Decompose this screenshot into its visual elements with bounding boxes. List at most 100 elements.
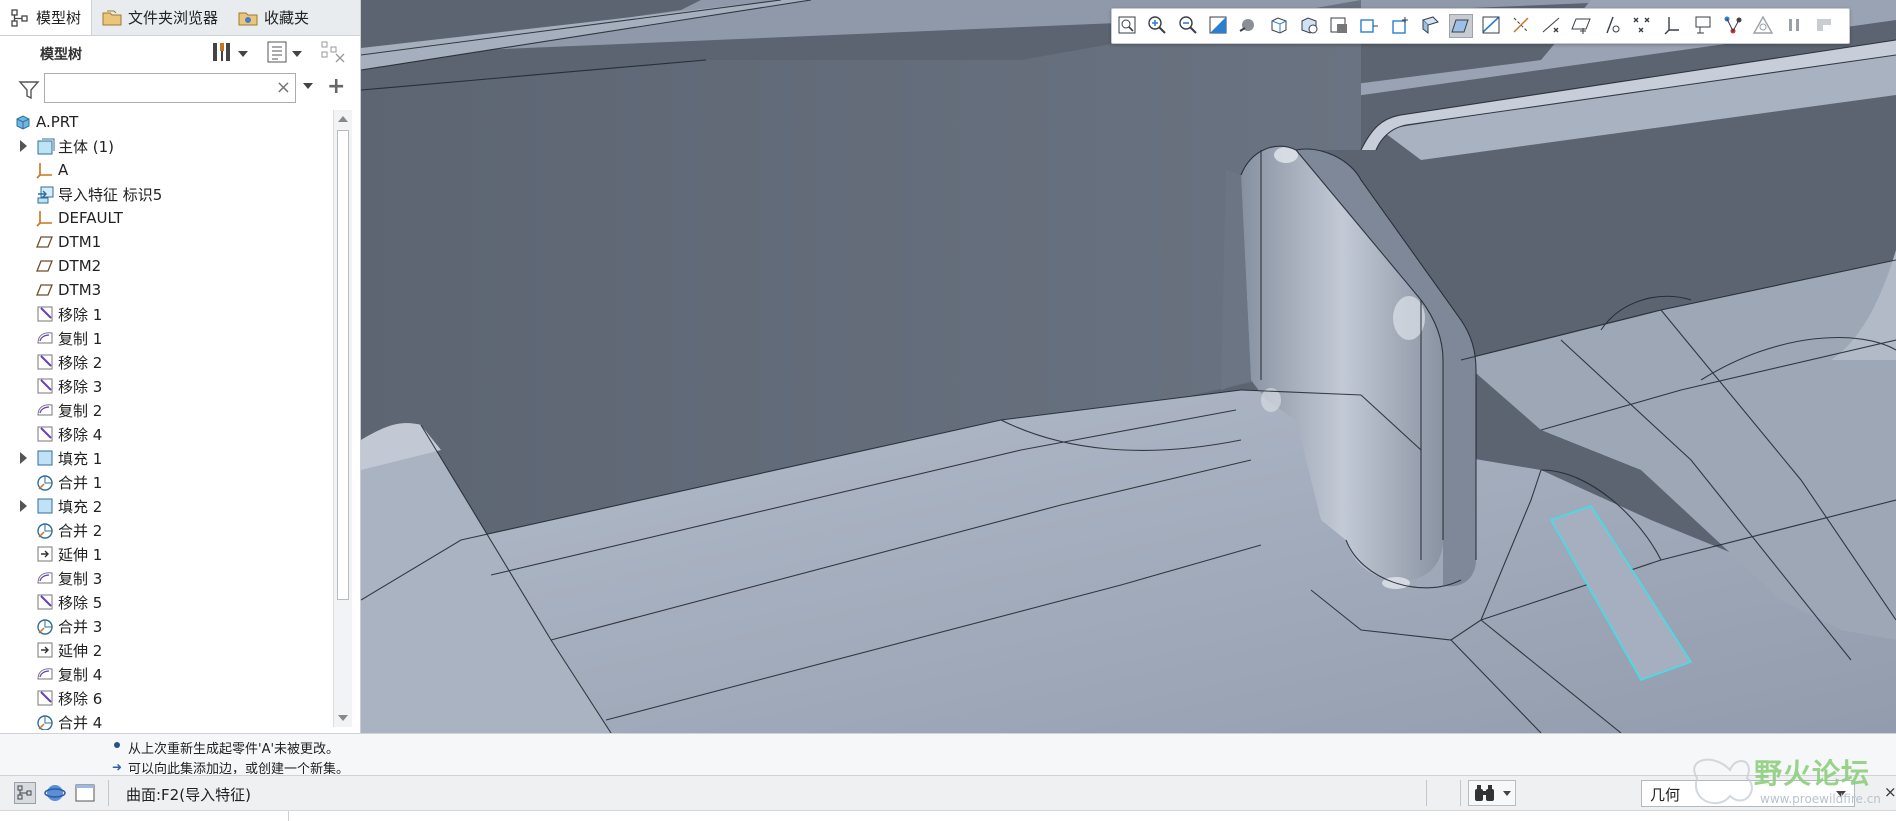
zoom-in-button[interactable] [1146,14,1170,38]
tree-item[interactable]: 移除 2 [14,350,332,374]
clear-icon[interactable]: × [276,77,291,99]
tree-item[interactable]: 复制 2 [14,398,332,422]
tree-filter-options-button[interactable] [320,41,346,67]
tree-item[interactable]: DEFAULT [14,206,332,230]
plane-display-button[interactable] [1480,14,1504,38]
tree-item[interactable]: 复制 4 [14,662,332,686]
shaded-with-edges-button[interactable] [1419,14,1443,38]
scroll-up-icon[interactable] [338,116,348,122]
graphics-viewport[interactable] [361,0,1896,733]
tree-item[interactable]: 延伸 1 [14,542,332,566]
tree-scrollbar[interactable] [333,110,352,727]
tree-item[interactable]: 合并 2 [14,518,332,542]
refit-button[interactable] [1116,14,1140,38]
copy-icon [36,569,54,587]
tree-item[interactable]: 主体 (1) [14,134,332,158]
shading-button[interactable] [1237,14,1261,38]
tree-item-label: 复制 3 [58,569,103,588]
browser-toggle-icon[interactable] [44,782,66,804]
tree-search-input[interactable] [49,75,273,103]
csys-tag-button[interactable] [1661,14,1685,38]
model-tree-title: 模型树 [40,47,82,63]
message-line-2: 可以向此集添加边，或创建一个新集。 [128,762,350,774]
chevron-down-icon[interactable] [303,83,313,89]
datum-plane-icon [36,233,54,251]
remove-icon [36,593,54,611]
tree-settings-button[interactable] [210,41,248,67]
csys-icon [36,209,54,227]
tree-item-label: 合并 2 [58,521,103,540]
axis-display-button[interactable] [1510,14,1534,38]
tree-item[interactable]: 合并 3 [14,614,332,638]
copy-icon [36,665,54,683]
analysis-button[interactable] [1752,14,1776,38]
status-separator [1426,780,1427,806]
scrollbar-thumb[interactable] [337,130,349,600]
repaint-button[interactable] [1207,14,1231,38]
annotation-display-button[interactable] [1601,14,1625,38]
tree-item[interactable]: 移除 3 [14,374,332,398]
tree-item[interactable]: A.PRT [14,110,332,134]
close-icon[interactable]: × [1884,783,1896,801]
tree-item[interactable]: DTM1 [14,230,332,254]
fullscreen-icon[interactable] [74,782,96,804]
tab-folder-browser-label: 文件夹浏览器 [128,9,219,27]
expand-triangle-icon[interactable] [20,452,27,464]
csys-display-button[interactable] [1570,14,1595,38]
tree-item[interactable]: 移除 6 [14,686,332,710]
merge-icon [36,713,54,730]
tab-model-tree[interactable]: 模型树 [0,0,93,35]
shaded-button[interactable] [1449,14,1474,38]
remove-icon [36,377,54,395]
tree-item-label: 复制 1 [58,329,103,348]
tree-item[interactable]: 填充 2 [14,494,332,518]
expand-triangle-icon[interactable] [20,500,27,512]
find-button[interactable] [1468,780,1516,806]
tree-item[interactable]: A [14,158,332,182]
tab-favorites[interactable]: 收藏夹 [228,0,319,35]
add-filter-button[interactable]: + [327,74,345,99]
view-manager-button[interactable] [1328,14,1352,38]
tree-item[interactable]: 移除 4 [14,422,332,446]
tree-item[interactable]: 延伸 2 [14,638,332,662]
plane-tag-button[interactable] [1692,14,1716,38]
tree-item-label: 填充 2 [58,497,103,516]
network-button[interactable] [1722,14,1746,38]
tab-folder-browser[interactable]: 文件夹浏览器 [92,0,228,35]
copy-icon [36,329,54,347]
scroll-down-icon[interactable] [338,715,348,721]
pause-button[interactable] [1783,14,1807,38]
flag-button[interactable] [1813,14,1837,38]
tree-item-label: 移除 2 [58,353,103,372]
tree-item[interactable]: DTM2 [14,254,332,278]
navigator-toggle-icon[interactable] [14,782,36,804]
cad-model-render[interactable] [361,0,1896,733]
tree-show-button[interactable] [266,41,302,67]
tree-item[interactable]: 填充 1 [14,446,332,470]
point-display-button[interactable] [1540,14,1564,38]
tree-item[interactable]: 复制 1 [14,326,332,350]
expand-triangle-icon[interactable] [20,140,27,152]
tree-structure-icon [320,40,346,68]
saved-orientations-button[interactable] [1298,14,1322,38]
display-style-button[interactable] [1268,14,1292,38]
tree-item[interactable]: DTM3 [14,278,332,302]
spin-center-button[interactable] [1389,14,1413,38]
tree-item[interactable]: 移除 5 [14,590,332,614]
filter-funnel-icon[interactable] [18,79,40,101]
perspective-button[interactable] [1358,14,1382,38]
tree-item[interactable]: 导入特征 标识5 [14,182,332,206]
tree-item[interactable]: 合并 4 [14,710,332,730]
zoom-out-button[interactable] [1177,14,1201,38]
tree-item-label: 延伸 1 [58,545,103,564]
window-bottom-edge [0,810,1896,821]
navigator-tabs: 模型树 文件夹浏览器 收藏夹 [0,0,360,36]
tree-item[interactable]: 复制 3 [14,566,332,590]
tree-item[interactable]: 合并 1 [14,470,332,494]
tree-item-label: 移除 6 [58,689,103,708]
remove-icon [36,353,54,371]
tree-item[interactable]: 移除 1 [14,302,332,326]
creo-app-window: 模型树 文件夹浏览器 收藏夹 模型树 × + A.PRT 主体 (1) A 导入… [0,0,1896,821]
chevron-down-icon [238,46,248,62]
point-tag-button[interactable] [1631,14,1655,38]
